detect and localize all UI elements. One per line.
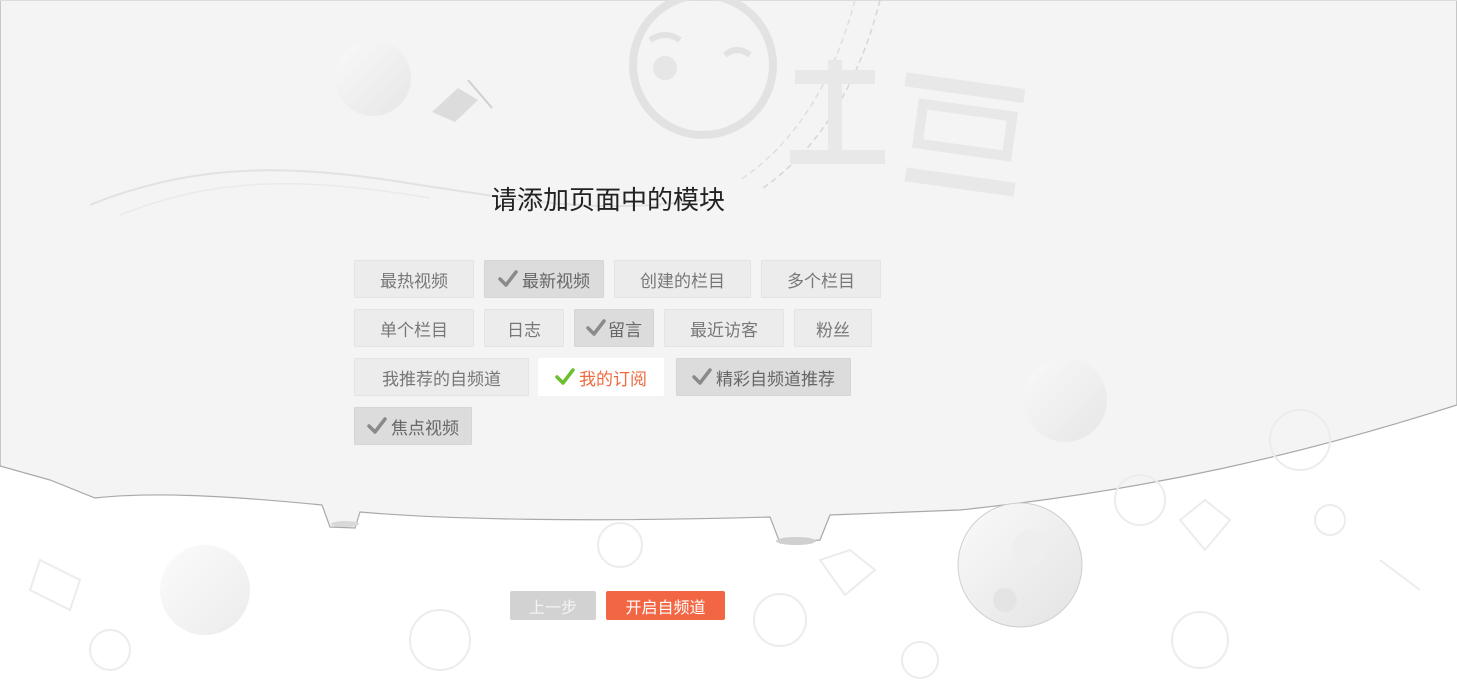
module-label: 多个栏目	[787, 271, 855, 292]
module-label: 我推荐的自频道	[382, 369, 501, 390]
check-icon	[367, 417, 387, 434]
previous-step-button[interactable]: 上一步	[510, 591, 596, 620]
module-label: 留言	[608, 320, 642, 341]
module-label: 焦点视频	[391, 418, 459, 439]
module-label: 粉丝	[816, 320, 850, 341]
module-label: 日志	[507, 320, 541, 341]
module-label: 最新视频	[522, 271, 590, 292]
module-option-single-column[interactable]: 单个栏目	[354, 309, 474, 347]
module-label: 创建的栏目	[640, 271, 725, 292]
module-option-multiple-columns[interactable]: 多个栏目	[761, 260, 881, 298]
check-icon	[498, 270, 518, 287]
module-label: 我的订阅	[579, 369, 647, 390]
module-label: 单个栏目	[380, 320, 448, 341]
module-option-my-subscriptions[interactable]: 我的订阅	[538, 358, 664, 396]
module-option-hot-videos[interactable]: 最热视频	[354, 260, 474, 298]
module-option-fans[interactable]: 粉丝	[794, 309, 872, 347]
check-icon	[586, 319, 606, 336]
open-channel-button[interactable]: 开启自频道	[606, 591, 725, 620]
module-option-recent-visitors[interactable]: 最近访客	[664, 309, 784, 347]
module-label: 最热视频	[380, 271, 448, 292]
module-option-focus-videos[interactable]: 焦点视频	[354, 407, 472, 445]
module-label: 精彩自频道推荐	[716, 369, 835, 390]
module-option-my-recommended-channels[interactable]: 我推荐的自频道	[354, 358, 529, 396]
page-title: 请添加页面中的模块	[491, 186, 726, 216]
check-icon	[555, 368, 575, 385]
check-icon	[692, 368, 712, 385]
module-option-blog[interactable]: 日志	[484, 309, 564, 347]
module-option-featured-channels[interactable]: 精彩自频道推荐	[676, 358, 851, 396]
module-label: 最近访客	[690, 320, 758, 341]
module-option-messages[interactable]: 留言	[574, 309, 654, 347]
module-option-created-columns[interactable]: 创建的栏目	[614, 260, 751, 298]
module-option-latest-videos[interactable]: 最新视频	[484, 260, 604, 298]
